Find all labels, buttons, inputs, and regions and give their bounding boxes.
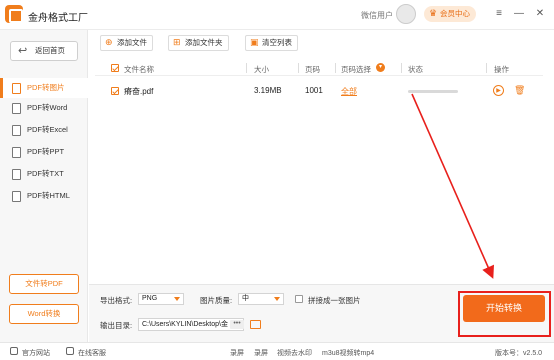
sidebar: ↩ 返回首页 PDF转图片 PDF转Word PDF转Excel PDF转PPT…	[0, 30, 88, 342]
page-select-all-link[interactable]: 全部	[341, 86, 357, 97]
sidebar-item-pdf-to-excel[interactable]: PDF转Excel	[0, 120, 88, 140]
plus-icon: ⊕	[105, 37, 113, 47]
quality-label: 图片质量:	[200, 296, 233, 305]
browse-button[interactable]: •••	[230, 320, 244, 329]
column-header-size: 大小	[254, 65, 269, 74]
trash-icon: ▣	[250, 37, 259, 47]
merge-images-checkbox[interactable]	[295, 295, 303, 303]
file-table-header: 文件名称 大小 页码 页码选择 ▾ 状态 操作	[95, 60, 543, 76]
back-home-button[interactable]: ↩ 返回首页	[10, 41, 78, 61]
official-website-link[interactable]: 官方网站	[22, 348, 50, 358]
return-icon: ↩	[18, 45, 28, 57]
pdf-file-icon	[12, 169, 21, 180]
page-count: 1001	[305, 86, 323, 95]
sidebar-item-pdf-to-txt[interactable]: PDF转TXT	[0, 164, 88, 184]
back-home-label: 返回首页	[35, 46, 65, 55]
column-divider	[335, 63, 336, 73]
avatar[interactable]	[396, 4, 416, 24]
file-size: 3.19MB	[254, 86, 282, 95]
pdf-file-icon	[12, 103, 21, 114]
highlight-frame	[458, 291, 551, 337]
close-icon[interactable]: ✕	[533, 7, 547, 21]
format-label: 导出格式:	[100, 296, 133, 305]
file-to-pdf-button[interactable]: 文件转PDF	[9, 274, 79, 294]
online-service-link[interactable]: 在线客服	[78, 348, 106, 358]
play-icon[interactable]: ▶	[493, 85, 504, 96]
tool-link-record[interactable]: 录屏	[230, 348, 244, 358]
column-header-actions: 操作	[494, 65, 509, 74]
word-convert-button[interactable]: Word转换	[9, 304, 79, 324]
column-divider	[401, 63, 402, 73]
crown-icon: ♛	[429, 8, 438, 18]
column-header-pages: 页码	[305, 65, 320, 74]
column-divider	[246, 63, 247, 73]
vip-center-label: 会员中心	[440, 9, 470, 18]
format-value: PNG	[142, 295, 158, 302]
vip-center-button[interactable]: ♛ 会员中心	[424, 6, 476, 22]
pdf-file-icon	[12, 147, 21, 158]
add-file-label: 添加文件	[117, 38, 147, 47]
status-bar: 官方网站 在线客服 录屏 录屏 视频去水印 m3u8视频转mp4 版本号：v2.…	[0, 342, 554, 360]
home-icon	[10, 347, 18, 355]
quality-value: 中	[242, 295, 249, 302]
pdf-file-icon	[12, 125, 21, 136]
folder-plus-icon: ⊞	[173, 37, 181, 47]
headset-icon	[66, 347, 74, 355]
sidebar-item-label: PDF转HTML	[27, 191, 70, 200]
quality-select[interactable]: 中	[238, 293, 284, 305]
pdf-file-icon	[12, 83, 21, 94]
column-header-name: 文件名称	[124, 65, 154, 74]
folder-icon[interactable]	[250, 320, 261, 329]
version-label: 版本号：v2.5.0	[495, 350, 543, 357]
conversion-progress-bar	[408, 90, 458, 93]
add-file-button[interactable]: ⊕ 添加文件	[100, 35, 153, 51]
chevron-down-icon	[174, 297, 180, 301]
page-select-dropdown-icon[interactable]: ▾	[376, 63, 385, 72]
column-divider	[298, 63, 299, 73]
tool-link-m3u8[interactable]: m3u8视频转mp4	[322, 348, 374, 358]
column-divider	[486, 63, 487, 73]
chevron-down-icon	[274, 297, 280, 301]
tool-link-record-2[interactable]: 录屏	[254, 348, 268, 358]
sidebar-item-label: PDF转Word	[27, 103, 68, 112]
sidebar-item-pdf-to-ppt[interactable]: PDF转PPT	[0, 142, 88, 162]
merge-images-label: 拼接成一张图片	[308, 296, 361, 305]
tool-link-watermark[interactable]: 视频去水印	[277, 348, 312, 358]
output-path-value: C:\Users\KYLIN\Desktop\金	[142, 321, 228, 328]
pdf-file-icon	[12, 191, 21, 202]
format-select[interactable]: PNG	[138, 293, 184, 305]
sidebar-item-label: PDF转图片	[27, 83, 65, 92]
delete-icon[interactable]: 🗑	[514, 85, 525, 96]
row-checkbox[interactable]	[111, 87, 119, 95]
output-dir-label: 输出目录:	[100, 321, 133, 330]
sidebar-item-pdf-to-image[interactable]: PDF转图片	[0, 78, 88, 98]
sidebar-item-label: PDF转PPT	[27, 147, 65, 156]
sidebar-item-pdf-to-word[interactable]: PDF转Word	[0, 98, 88, 118]
minimize-icon[interactable]: —	[512, 7, 526, 21]
sidebar-item-pdf-to-html[interactable]: PDF转HTML	[0, 186, 88, 206]
sidebar-item-label: PDF转TXT	[27, 169, 64, 178]
app-logo-icon	[5, 5, 23, 23]
user-name[interactable]: 微信用户	[361, 10, 393, 21]
add-folder-button[interactable]: ⊞ 添加文件夹	[168, 35, 229, 51]
table-row[interactable]: 瘠奋.pdf 3.19MB 1001 全部 ▶ 🗑	[95, 82, 543, 100]
clear-list-button[interactable]: ▣ 清空列表	[245, 35, 298, 51]
sidebar-item-label: PDF转Excel	[27, 125, 68, 134]
select-all-checkbox[interactable]	[111, 64, 119, 72]
clear-list-label: 清空列表	[262, 38, 292, 47]
menu-icon[interactable]: ≡	[492, 7, 506, 21]
app-title: 金舟格式工厂	[28, 13, 88, 24]
output-path-field[interactable]: C:\Users\KYLIN\Desktop\金	[138, 318, 244, 331]
title-bar: 金舟格式工厂 微信用户 ♛ 会员中心 ≡ — ✕	[0, 0, 554, 30]
file-name: 瘠奋.pdf	[124, 87, 154, 96]
column-header-page-select: 页码选择	[341, 65, 371, 74]
add-folder-label: 添加文件夹	[185, 38, 223, 47]
column-header-status: 状态	[408, 65, 423, 74]
